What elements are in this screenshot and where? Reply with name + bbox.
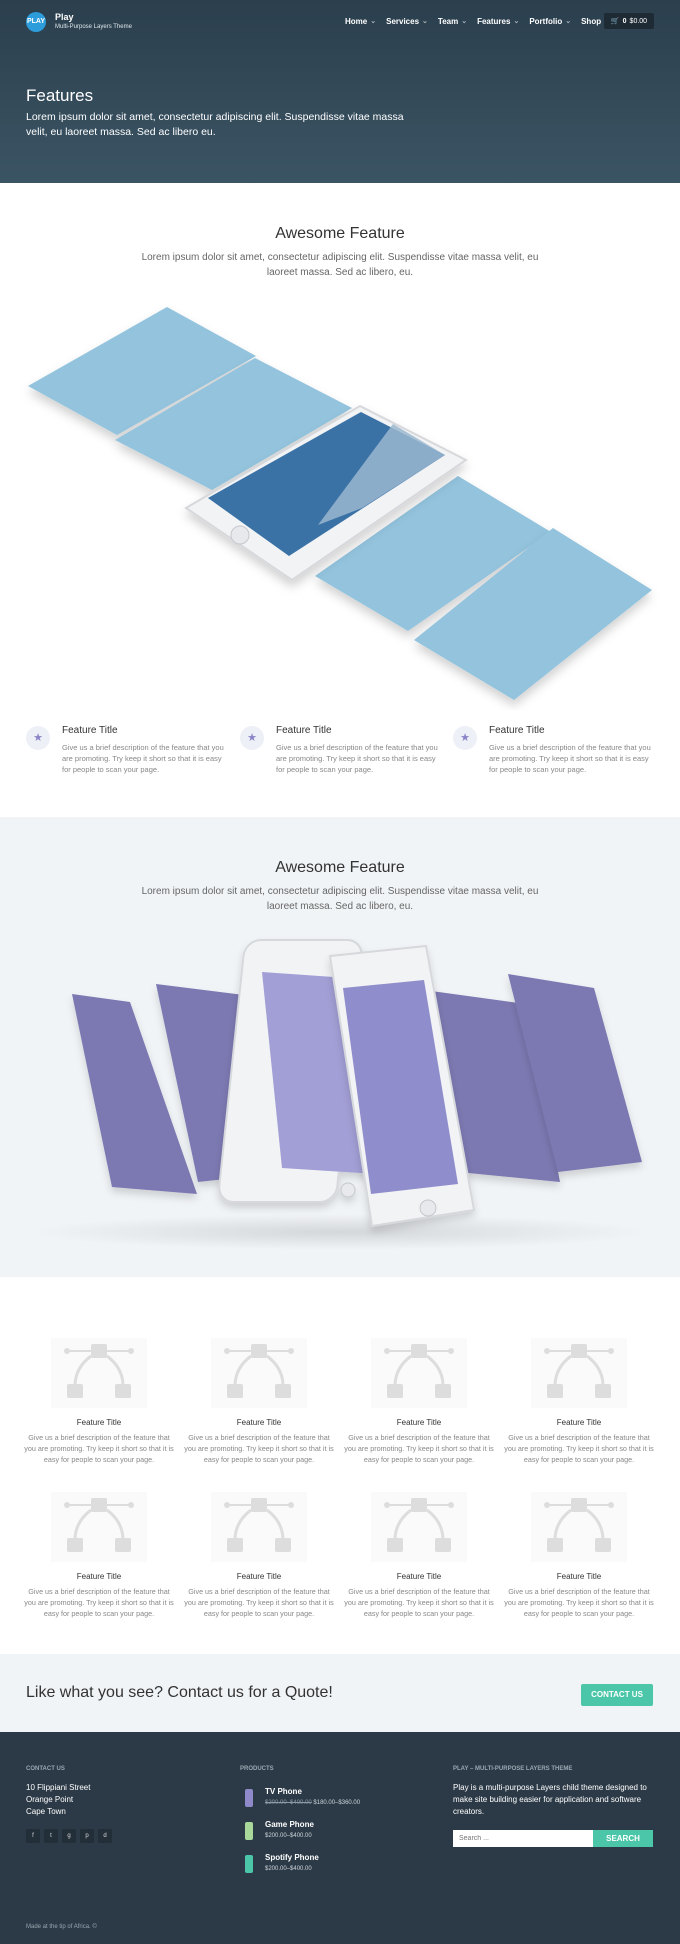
social-links: f t g p d: [26, 1829, 112, 1843]
vector-pen-icon: [531, 1338, 627, 1408]
product-name[interactable]: TV Phone: [265, 1787, 302, 1796]
cart-button[interactable]: 🛒 0 $0.00: [604, 13, 654, 29]
twitter-icon[interactable]: t: [44, 1829, 58, 1843]
feature-desc: Give us a brief description of the featu…: [62, 743, 224, 774]
blue-phone-mockup: [28, 307, 652, 700]
page-title: Features: [26, 86, 94, 105]
about-text: Play is a multi-purpose Layers child the…: [453, 1783, 647, 1816]
search-button[interactable]: SEARCH: [593, 1830, 653, 1847]
vector-pen-icon: [51, 1492, 147, 1562]
product-name[interactable]: Game Phone: [265, 1820, 314, 1829]
nav-item-portfolio[interactable]: Portfolio: [529, 17, 571, 26]
products-heading: PRODUCTS: [240, 1766, 274, 1772]
grid-feature-item: Feature Title Give us a brief description…: [504, 1572, 654, 1619]
dribbble-icon[interactable]: d: [98, 1829, 112, 1843]
star-icon: ★: [26, 726, 50, 750]
product-old-price: $200.00–$400.00: [265, 1800, 312, 1806]
cta-text: Like what you see? Contact us for a Quot…: [26, 1684, 333, 1701]
product-price: $200.00–$400.00 $180.00–$360.00: [265, 1800, 360, 1806]
vector-pen-icon: [531, 1492, 627, 1562]
grid-feature-item: Feature Title Give us a brief description…: [504, 1418, 654, 1465]
section2-text: Lorem ipsum dolor sit amet, consectetur …: [141, 886, 539, 912]
product-item[interactable]: Spotify Phone $200.00–$400.00: [245, 1853, 405, 1879]
feature-desc: Give us a brief description of the featu…: [276, 743, 438, 774]
product-thumb[interactable]: [245, 1789, 253, 1807]
nav-item-features[interactable]: Features: [477, 17, 519, 26]
product-item[interactable]: Game Phone $200.00–$400.00: [245, 1820, 405, 1846]
grid-feature-title: Feature Title: [556, 1572, 602, 1581]
facebook-icon[interactable]: f: [26, 1829, 40, 1843]
vector-pen-icon: [211, 1492, 307, 1562]
vector-pen-icon: [211, 1338, 307, 1408]
feature-title: Feature Title: [489, 725, 545, 736]
logo-icon[interactable]: PLAY: [26, 12, 46, 32]
page-intro: Lorem ipsum dolor sit amet, consectetur …: [26, 111, 404, 138]
cart-count: 0: [622, 17, 627, 25]
grid-feature-item: Feature Title Give us a brief description…: [344, 1572, 494, 1619]
star-icon: ★: [453, 726, 477, 750]
grid-feature-item: Feature Title Give us a brief description…: [344, 1418, 494, 1465]
product-thumb[interactable]: [245, 1855, 253, 1873]
grid-feature-item: Feature Title Give us a brief description…: [184, 1572, 334, 1619]
grid-feature-title: Feature Title: [76, 1418, 122, 1427]
grid-feature-desc: Give us a brief description of the featu…: [24, 1587, 174, 1618]
address-line: Orange Point: [26, 1795, 74, 1804]
site-title[interactable]: Play: [55, 12, 74, 22]
section1-text: Lorem ipsum dolor sit amet, consectetur …: [141, 252, 539, 278]
grid-feature-title: Feature Title: [76, 1572, 122, 1581]
search-input[interactable]: [453, 1830, 593, 1847]
grid-feature-title: Feature Title: [396, 1418, 442, 1427]
grid-feature-title: Feature Title: [396, 1572, 442, 1581]
nav-item-team[interactable]: Team: [438, 17, 467, 26]
site-tagline: Multi-Purpose Layers Theme: [55, 24, 132, 30]
grid-feature-desc: Give us a brief description of the featu…: [24, 1433, 174, 1464]
feature-title: Feature Title: [276, 725, 332, 736]
feature-title: Feature Title: [62, 725, 118, 736]
feature-desc: Give us a brief description of the featu…: [489, 743, 651, 774]
purple-phones-mockup: [30, 939, 650, 1250]
product-thumb[interactable]: [245, 1822, 253, 1840]
vector-pen-icon: [371, 1338, 467, 1408]
section2-title: Awesome Feature: [275, 859, 405, 876]
product-name[interactable]: Spotify Phone: [265, 1853, 319, 1862]
grid-feature-desc: Give us a brief description of the featu…: [184, 1587, 334, 1618]
hero-header: PLAY Play Multi-Purpose Layers Theme Hom…: [0, 0, 680, 183]
cart-total: $0.00: [629, 17, 648, 25]
contact-heading: CONTACT US: [26, 1766, 65, 1772]
section1-title: Awesome Feature: [275, 225, 405, 242]
product-item[interactable]: TV Phone $200.00–$400.00 $180.00–$360.00: [245, 1787, 405, 1813]
product-price: $200.00–$400.00: [265, 1866, 312, 1872]
vector-pen-icon: [371, 1492, 467, 1562]
footer-credit: Made at the tip of Africa. ©: [26, 1924, 97, 1930]
grid-feature-title: Feature Title: [236, 1418, 282, 1427]
grid-feature-title: Feature Title: [556, 1418, 602, 1427]
grid-feature-desc: Give us a brief description of the featu…: [504, 1433, 654, 1464]
about-heading: PLAY – MULTI-PURPOSE LAYERS THEME: [453, 1766, 573, 1772]
address-line: 10 Flippiani Street: [26, 1783, 91, 1792]
grid-feature-item: Feature Title Give us a brief description…: [24, 1572, 174, 1619]
site-footer: CONTACT US 10 Flippiani Street Orange Po…: [0, 1732, 680, 1944]
nav-item-home[interactable]: Home: [345, 17, 376, 26]
address-line: Cape Town: [26, 1807, 66, 1816]
grid-feature-desc: Give us a brief description of the featu…: [344, 1587, 494, 1618]
address-block: 10 Flippiani Street Orange Point Cape To…: [26, 1782, 90, 1818]
grid-feature-item: Feature Title Give us a brief description…: [184, 1418, 334, 1465]
feature-section-2: Awesome Feature Lorem ipsum dolor sit am…: [0, 817, 680, 1277]
pinterest-icon[interactable]: p: [80, 1829, 94, 1843]
cta-banner: Like what you see? Contact us for a Quot…: [0, 1654, 680, 1732]
google-plus-icon[interactable]: g: [62, 1829, 76, 1843]
nav-item-services[interactable]: Services: [386, 17, 428, 26]
contact-us-button[interactable]: CONTACT US: [581, 1684, 653, 1706]
grid-feature-title: Feature Title: [236, 1572, 282, 1581]
vector-pen-icon: [51, 1338, 147, 1408]
grid-feature-desc: Give us a brief description of the featu…: [184, 1433, 334, 1464]
star-icon: ★: [240, 726, 264, 750]
product-price: $200.00–$400.00: [265, 1833, 312, 1839]
product-sale-price: $180.00–$360.00: [313, 1800, 361, 1806]
main-nav: Home Services Team Features Portfolio Sh…: [345, 17, 610, 26]
grid-feature-desc: Give us a brief description of the featu…: [504, 1587, 654, 1618]
grid-feature-item: Feature Title Give us a brief description…: [24, 1418, 174, 1465]
cart-icon: 🛒: [610, 18, 620, 25]
grid-feature-desc: Give us a brief description of the featu…: [344, 1433, 494, 1464]
